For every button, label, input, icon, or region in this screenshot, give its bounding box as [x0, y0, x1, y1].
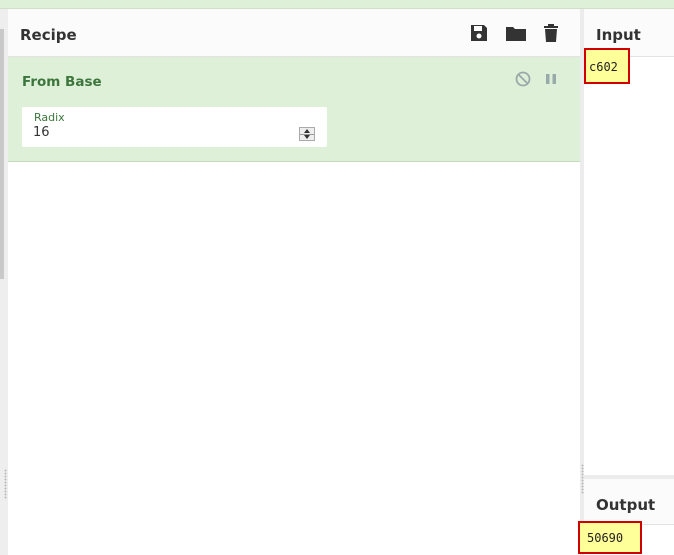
pause-icon[interactable] [543, 71, 559, 87]
disable-icon[interactable] [515, 71, 531, 87]
save-icon[interactable] [469, 23, 489, 43]
output-header: Output [584, 479, 674, 525]
resize-handle[interactable] [4, 469, 7, 499]
radix-field[interactable]: Radix [22, 107, 327, 147]
operations-panel-edge [0, 9, 8, 555]
input-text-highlight[interactable]: c602 [584, 48, 630, 84]
radix-label: Radix [34, 111, 65, 124]
increment-arrow-icon[interactable] [304, 129, 310, 133]
folder-icon[interactable] [505, 23, 526, 43]
output-text: 50690 [587, 531, 624, 545]
output-text-highlight[interactable]: 50690 [578, 521, 642, 554]
output-area[interactable]: 50690 [578, 521, 674, 555]
operation-from-base[interactable]: From Base Radix [8, 57, 580, 162]
recipe-title: Recipe [20, 26, 77, 44]
top-banner [0, 0, 674, 9]
trash-icon[interactable] [542, 23, 562, 43]
operation-title: From Base [22, 74, 102, 90]
recipe-header: Recipe [8, 9, 580, 57]
radix-stepper[interactable] [299, 127, 315, 141]
output-title: Output [596, 496, 656, 514]
radix-input[interactable] [33, 125, 283, 140]
input-text: c602 [589, 60, 618, 74]
scrollbar[interactable] [0, 29, 4, 279]
recipe-panel: Recipe From Base Radix [8, 9, 580, 555]
input-area[interactable]: c602 [584, 48, 674, 475]
decrement-arrow-icon[interactable] [304, 135, 310, 139]
input-title: Input [596, 26, 641, 44]
